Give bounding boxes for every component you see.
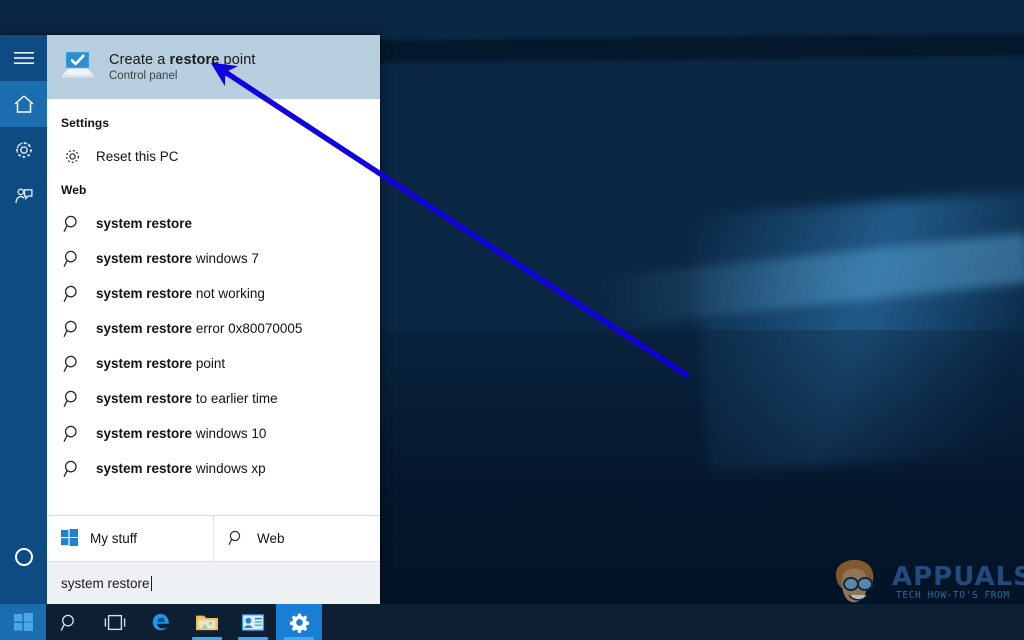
taskbar-get-started-button[interactable]: [230, 604, 276, 640]
taskbar: [0, 604, 1024, 640]
tab-my-stuff-label: My stuff: [90, 531, 138, 546]
result-item[interactable]: system restore to earlier time: [47, 381, 380, 416]
sidebar-item-settings[interactable]: [0, 127, 47, 173]
gear-icon: [289, 613, 309, 633]
result-item-label: system restore point: [96, 356, 226, 371]
results-group-header: Settings: [61, 116, 110, 130]
taskbar-search-button[interactable]: [46, 604, 92, 640]
result-item[interactable]: system restore windows xp: [47, 451, 380, 486]
task-view-icon: [104, 614, 126, 630]
hamburger-icon: [13, 52, 34, 64]
result-item-label: Reset this PC: [96, 149, 179, 164]
search-icon: [61, 214, 83, 233]
gear-icon: [15, 141, 32, 159]
home-icon: [14, 95, 33, 113]
search-icon: [228, 529, 245, 549]
result-item[interactable]: system restore error 0x80070005: [47, 311, 380, 346]
search-scope-tabs: My stuff Web: [47, 515, 380, 561]
folder-icon: [196, 615, 218, 631]
taskbar-task-view-button[interactable]: [92, 604, 138, 640]
search-icon: [60, 614, 74, 631]
search-input-value: system restore: [61, 575, 150, 591]
search-icon: [61, 284, 83, 303]
taskbar-file-explorer-button[interactable]: [184, 604, 230, 640]
search-icon: [61, 249, 83, 268]
result-item[interactable]: system restore: [47, 206, 380, 241]
sidebar-item-feedback[interactable]: [0, 173, 47, 219]
search-icon: [61, 424, 83, 443]
windows-search-panel: Create a restore point Control panel Set…: [0, 35, 380, 604]
search-results-column: Create a restore point Control panel Set…: [47, 35, 380, 604]
text-caret: [150, 575, 152, 591]
cortana-button[interactable]: [0, 534, 47, 580]
gear-icon: [61, 147, 83, 166]
best-match-result[interactable]: Create a restore point Control panel: [47, 35, 380, 99]
search-input[interactable]: system restore: [47, 561, 380, 604]
result-item-label: system restore windows 10: [96, 426, 267, 441]
taskbar-edge-button[interactable]: [138, 604, 184, 640]
result-item[interactable]: system restore windows 7: [47, 241, 380, 276]
tab-web-label: Web: [257, 531, 285, 546]
search-icon: [61, 319, 83, 338]
result-item[interactable]: system restore windows 10: [47, 416, 380, 451]
wallpaper-dark-band: [380, 30, 1024, 66]
search-icon: [61, 354, 83, 373]
tab-web[interactable]: Web: [213, 516, 380, 561]
start-button[interactable]: [0, 604, 46, 640]
result-item[interactable]: system restore not working: [47, 276, 380, 311]
taskbar-settings-button[interactable]: [276, 604, 322, 640]
result-item-label: system restore windows 7: [96, 251, 259, 266]
result-item[interactable]: system restore point: [47, 346, 380, 381]
result-item[interactable]: Reset this PC: [47, 139, 380, 174]
search-left-rail: [0, 35, 47, 604]
result-item-label: system restore to earlier time: [96, 391, 278, 406]
result-item-label: system restore error 0x80070005: [96, 321, 303, 336]
windows-logo-icon: [61, 528, 78, 549]
search-icon: [61, 459, 83, 478]
best-match-title: Create a restore point: [109, 52, 256, 68]
results-group-header: Web: [61, 183, 87, 197]
windows-logo-icon: [13, 612, 33, 631]
tab-my-stuff[interactable]: My stuff: [47, 516, 213, 561]
hamburger-menu-button[interactable]: [0, 35, 47, 81]
search-icon: [61, 389, 83, 408]
cortana-circle-icon: [14, 548, 33, 566]
sidebar-item-home[interactable]: [0, 81, 47, 127]
best-match-text: Create a restore point Control panel: [109, 52, 256, 82]
results-list: Settings Reset this PC Web system restore sy…: [47, 99, 380, 515]
feedback-person-icon: [14, 188, 33, 203]
result-item-label: system restore not working: [96, 286, 265, 301]
wallpaper-bottom-shade: [380, 330, 1024, 610]
result-item-label: system restore: [96, 216, 193, 231]
result-item-label: system restore windows xp: [96, 461, 266, 476]
get-started-icon: [241, 613, 265, 631]
restore-point-laptop-icon: [60, 50, 96, 85]
best-match-subtitle: Control panel: [109, 70, 178, 82]
edge-icon: [152, 613, 169, 631]
